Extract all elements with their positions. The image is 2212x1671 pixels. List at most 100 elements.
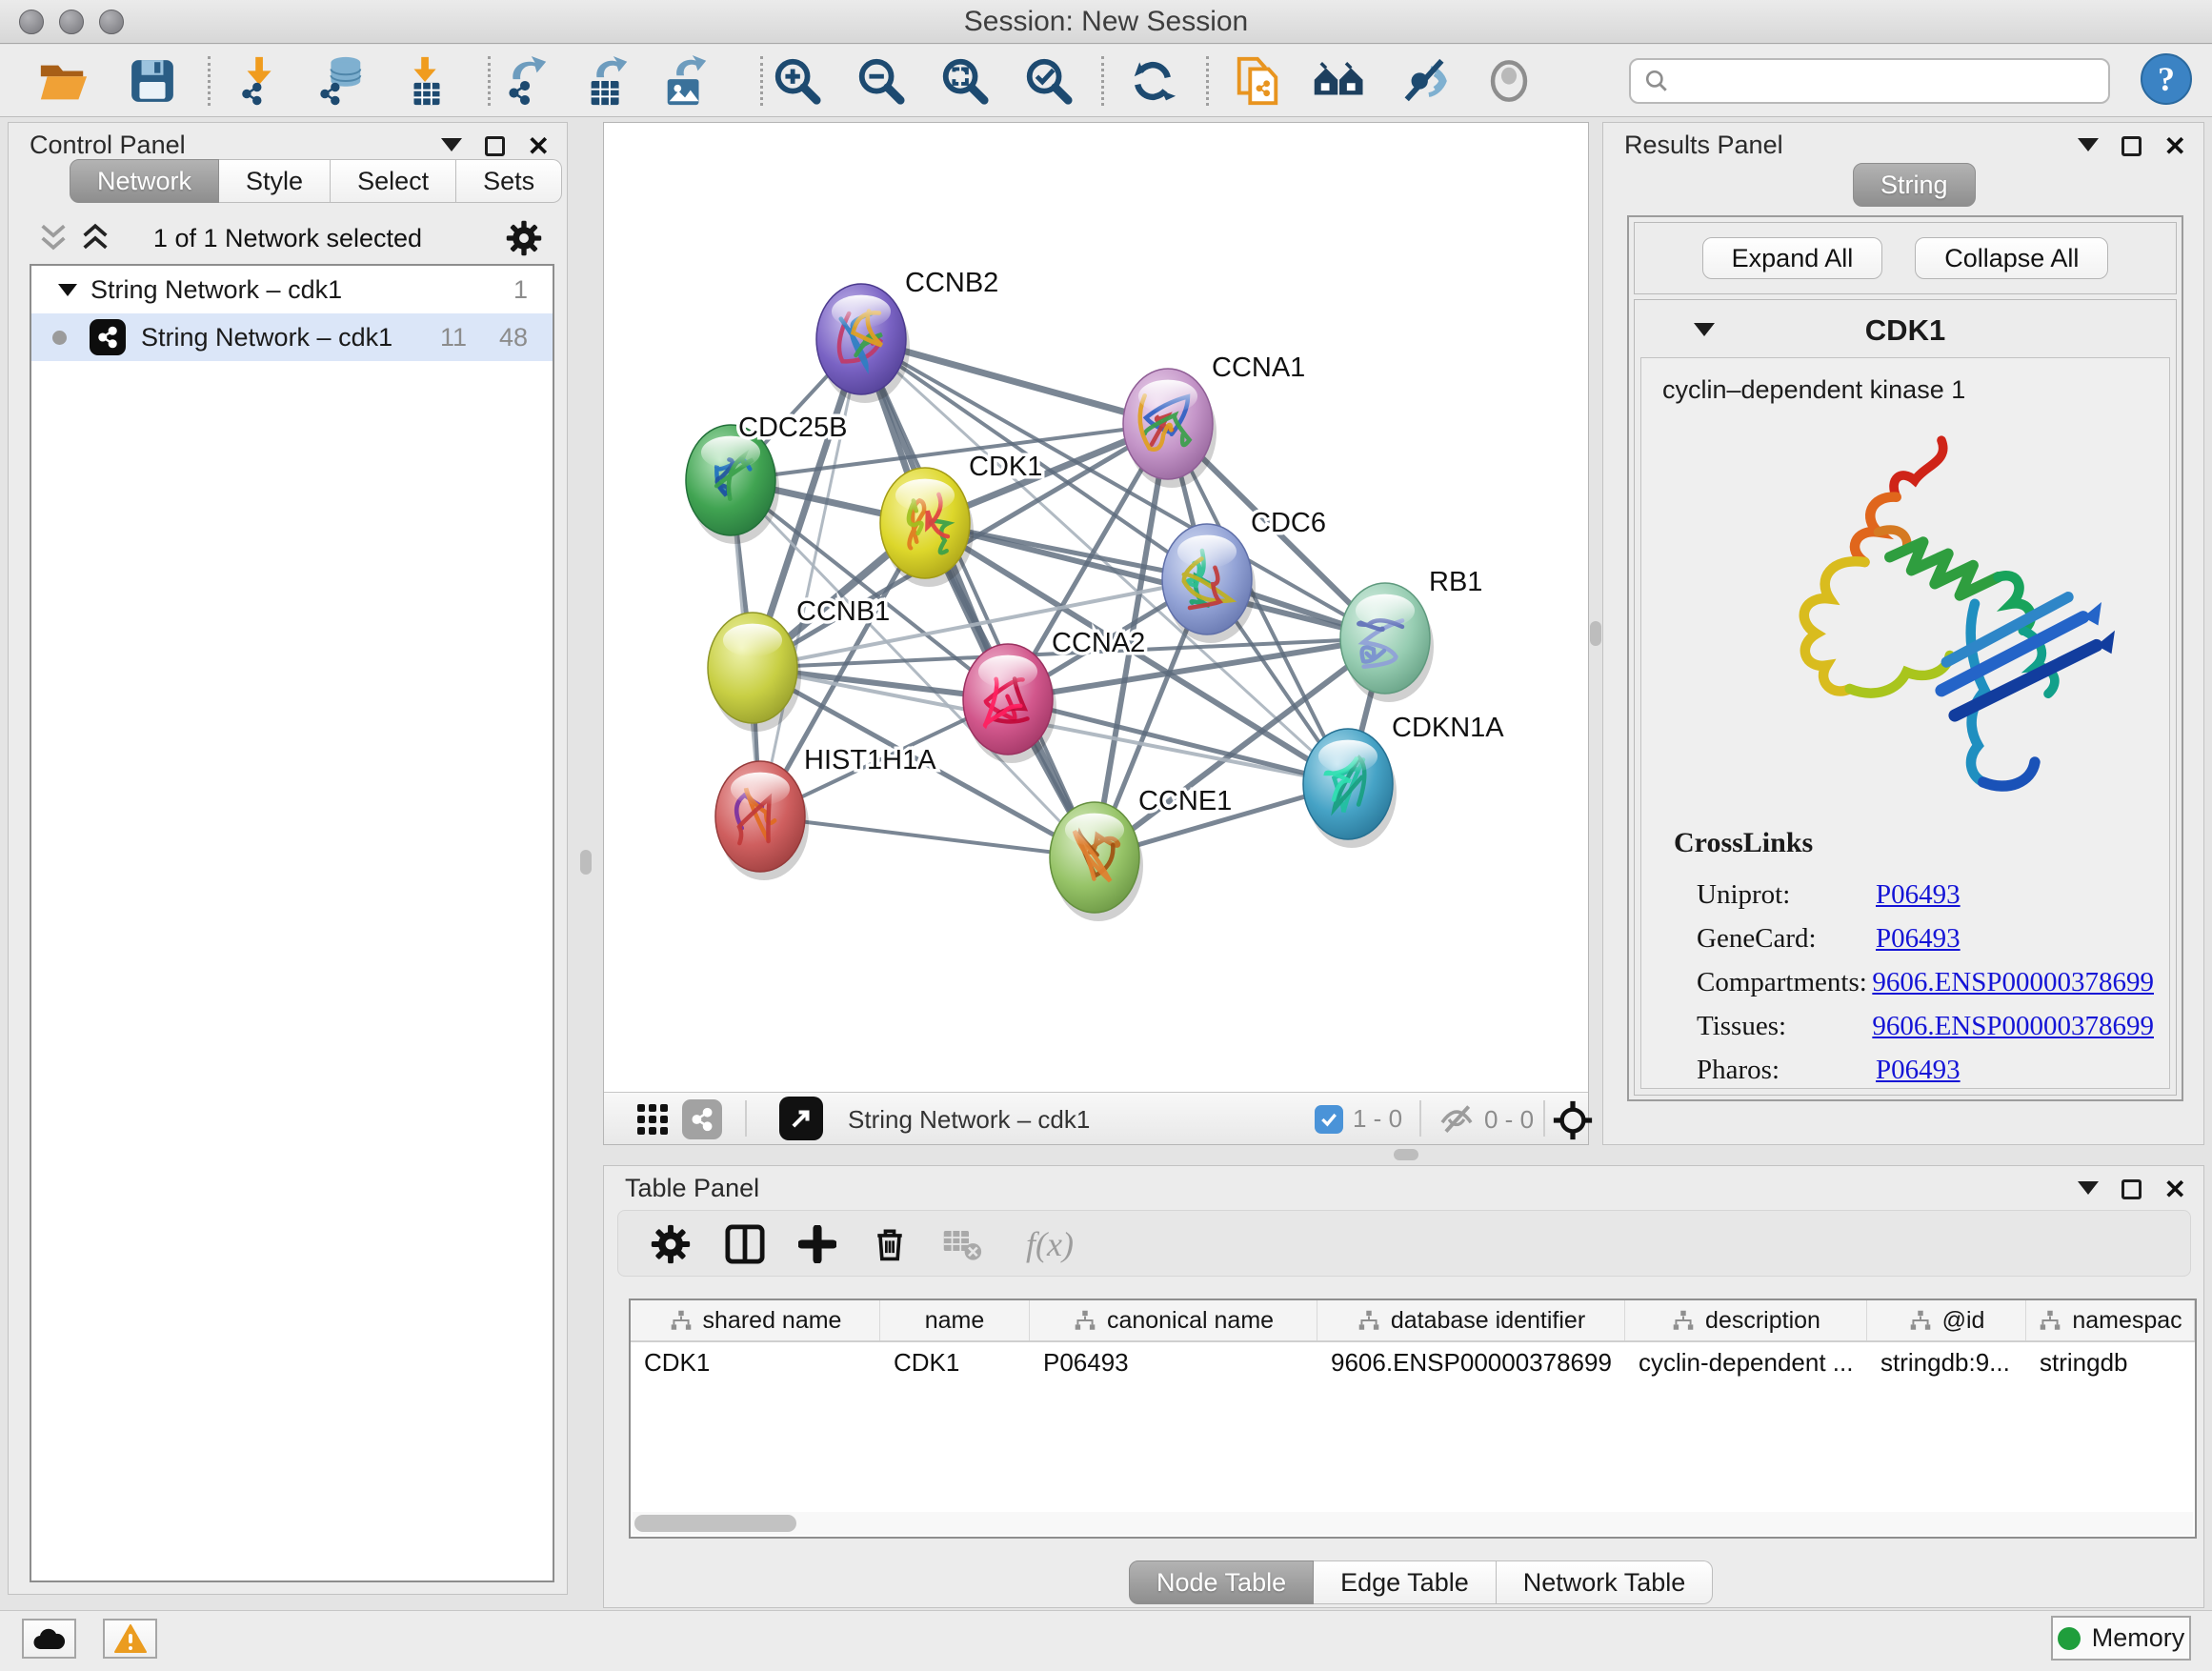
node-result-header[interactable]: CDK1 <box>1635 300 2176 357</box>
network-canvas[interactable]: CCNB2CCNA1CDC25BCDK1CDC6RB1CCNB1CCNA2CDK… <box>604 123 1588 1092</box>
horizontal-splitter-handle[interactable] <box>1394 1149 1418 1160</box>
network-view[interactable]: CCNB2CCNA1CDC25BCDK1CDC6RB1CCNB1CCNA2CDK… <box>603 122 1589 1145</box>
network-node-hist1h1a[interactable]: HIST1H1A <box>715 745 936 880</box>
tab-network[interactable]: Network <box>70 159 219 203</box>
vertical-splitter-handle[interactable] <box>1590 621 1601 646</box>
zoom-selected-icon[interactable] <box>1021 54 1075 108</box>
network-collection-row[interactable]: String Network – cdk1 1 <box>31 266 553 313</box>
table-header-row: shared namenamecanonical namedatabase id… <box>631 1300 2195 1342</box>
column-header--id[interactable]: @id <box>1867 1300 2026 1340</box>
table-cell[interactable]: stringdb <box>2026 1342 2195 1384</box>
column-header-namespac[interactable]: namespac <box>2026 1300 2195 1340</box>
save-session-icon[interactable] <box>126 54 179 108</box>
close-window-button[interactable] <box>19 10 44 34</box>
tab-sets[interactable]: Sets <box>456 159 562 203</box>
table-cell[interactable]: cyclin-dependent ... <box>1625 1342 1867 1384</box>
crosslink-link[interactable]: P06493 <box>1876 923 1961 955</box>
column-header-description[interactable]: description <box>1625 1300 1867 1340</box>
node-description: cyclin–dependent kinase 1 <box>1662 375 1965 405</box>
column-header-canonical-name[interactable]: canonical name <box>1030 1300 1317 1340</box>
refresh-icon[interactable] <box>1126 54 1179 108</box>
delete-column-icon[interactable] <box>866 1220 914 1268</box>
maximize-window-button[interactable] <box>99 10 124 34</box>
network-row[interactable]: String Network – cdk1 11 48 <box>31 313 553 361</box>
crosslink-label: Uniprot: <box>1697 879 1876 911</box>
import-table-file-icon[interactable] <box>400 54 453 108</box>
selected-checkbox-icon[interactable]: 1 - 0 <box>1315 1104 1402 1134</box>
crosshair-icon[interactable] <box>1553 1100 1593 1140</box>
close-panel-icon[interactable]: ✕ <box>2164 1177 2186 1203</box>
memory-button[interactable]: Memory <box>2051 1616 2191 1661</box>
cloud-button[interactable] <box>22 1619 76 1659</box>
table-row[interactable]: CDK1CDK1P064939606.ENSP00000378699cyclin… <box>631 1342 2195 1384</box>
tab-string[interactable]: String <box>1853 163 1976 207</box>
search-input[interactable] <box>1679 66 2095 97</box>
crosslink-link[interactable]: P06493 <box>1876 879 1961 911</box>
panel-menu-icon[interactable] <box>2078 138 2099 162</box>
vertical-splitter-handle[interactable] <box>580 850 592 875</box>
toolbar-divider <box>1543 1100 1545 1137</box>
table-cell[interactable]: 9606.ENSP00000378699 <box>1317 1342 1625 1384</box>
add-column-icon[interactable] <box>794 1220 841 1268</box>
export-network-icon[interactable] <box>499 54 553 108</box>
table-cell[interactable]: CDK1 <box>631 1342 880 1384</box>
import-network-file-icon[interactable] <box>234 54 288 108</box>
zoom-out-icon[interactable] <box>854 54 907 108</box>
collection-expander-icon[interactable] <box>58 284 77 306</box>
network-node-ccna2[interactable]: CCNA2 <box>963 628 1145 763</box>
tab-network-table[interactable]: Network Table <box>1497 1560 1714 1604</box>
column-header-database-identifier[interactable]: database identifier <box>1317 1300 1625 1340</box>
crosslink-link[interactable]: 9606.ENSP00000378699 <box>1872 967 2154 998</box>
node-label: CDC6 <box>1251 508 1326 538</box>
hidden-count: 0 - 0 <box>1484 1105 1534 1135</box>
group-nodes-icon[interactable] <box>1313 54 1366 108</box>
network-node-cdkn1a[interactable]: CDKN1A <box>1303 713 1504 848</box>
grid-view-icon[interactable] <box>636 1103 669 1136</box>
crosslink-link[interactable]: 9606.ENSP00000378699 <box>1872 1011 2154 1042</box>
tab-style[interactable]: Style <box>219 159 331 203</box>
table-cell[interactable]: stringdb:9... <box>1867 1342 2026 1384</box>
panel-menu-icon[interactable] <box>2078 1181 2099 1205</box>
export-table-icon[interactable] <box>581 54 634 108</box>
network-node-rb1[interactable]: RB1 <box>1340 567 1482 702</box>
network-node-ccne1[interactable]: CCNE1 <box>1050 786 1232 921</box>
network-options-gear-icon[interactable] <box>506 220 542 256</box>
zoom-fit-icon[interactable] <box>937 54 991 108</box>
node-label: CDC25B <box>738 413 847 443</box>
minimize-window-button[interactable] <box>59 10 84 34</box>
tab-select[interactable]: Select <box>331 159 456 203</box>
collapse-all-button[interactable]: Collapse All <box>1915 237 2108 279</box>
copy-to-clipboard-icon[interactable] <box>1231 54 1284 108</box>
horizontal-scrollbar[interactable] <box>633 1512 2193 1535</box>
search-field[interactable] <box>1629 58 2110 104</box>
eye-icon[interactable] <box>1482 54 1536 108</box>
column-header-name[interactable]: name <box>880 1300 1030 1340</box>
table-cell[interactable]: P06493 <box>1030 1342 1317 1384</box>
tab-node-table[interactable]: Node Table <box>1129 1560 1314 1604</box>
hide-selection-icon[interactable] <box>1398 54 1452 108</box>
tab-edge-table[interactable]: Edge Table <box>1314 1560 1497 1604</box>
crosslink-link[interactable]: P06493 <box>1876 1055 1961 1086</box>
network-node-cdc6[interactable]: CDC6 <box>1162 508 1326 643</box>
table-cell[interactable]: CDK1 <box>880 1342 1030 1384</box>
float-panel-icon[interactable] <box>2122 136 2142 156</box>
scrollbar-thumb[interactable] <box>634 1515 796 1532</box>
table-options-gear-icon[interactable] <box>647 1220 694 1268</box>
network-share-view-icon[interactable] <box>682 1099 722 1139</box>
warnings-button[interactable] <box>103 1619 157 1659</box>
close-panel-icon[interactable]: ✕ <box>528 133 550 160</box>
expand-all-button[interactable]: Expand All <box>1702 237 1883 279</box>
open-file-icon[interactable] <box>36 54 90 108</box>
crosslinks-list: Uniprot:P06493GeneCard:P06493Compartment… <box>1697 873 2154 1092</box>
float-panel-icon[interactable] <box>2122 1179 2142 1199</box>
export-image-icon[interactable] <box>659 54 713 108</box>
detach-view-icon[interactable] <box>779 1097 823 1140</box>
show-columns-icon[interactable] <box>721 1220 769 1268</box>
float-panel-icon[interactable] <box>485 136 505 156</box>
close-panel-icon[interactable]: ✕ <box>2164 133 2186 160</box>
hidden-eye-icon[interactable]: 0 - 0 <box>1438 1101 1534 1137</box>
zoom-in-icon[interactable] <box>770 54 823 108</box>
import-network-database-icon[interactable] <box>314 54 368 108</box>
column-header-shared-name[interactable]: shared name <box>631 1300 880 1340</box>
help-icon[interactable]: ? <box>2140 52 2193 106</box>
